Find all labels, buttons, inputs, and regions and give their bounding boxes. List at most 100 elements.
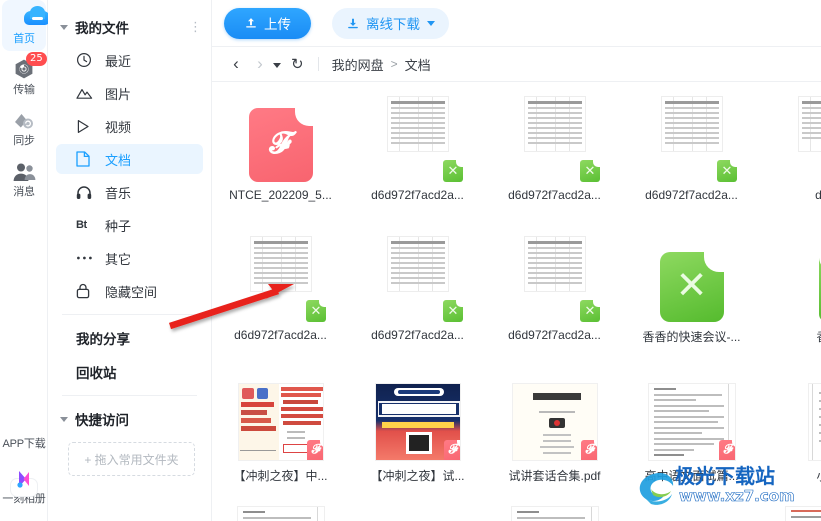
excel-badge-icon: ✕ xyxy=(717,160,737,182)
rail-label-message: 消息 xyxy=(13,186,35,198)
nav-back-button[interactable]: ‹ xyxy=(224,54,248,74)
file-name: 高中语文面试篇... xyxy=(644,469,739,483)
breadcrumb-item-root[interactable]: 我的网盘 xyxy=(332,55,384,74)
file-item[interactable]: 香香 xyxy=(760,224,821,345)
file-item[interactable]: ✕ d6d972f7acd2a... xyxy=(212,224,349,345)
sync-icon xyxy=(2,108,46,134)
sidebar-item-videos[interactable]: 视频 xyxy=(56,111,203,141)
more-vertical-icon[interactable]: ⋮ xyxy=(189,20,202,33)
quick-access-dropzone[interactable]: + 拖入常用文件夹 xyxy=(68,442,195,476)
rail-item-app-download[interactable]: APP下载 xyxy=(2,405,46,456)
chevron-down-icon xyxy=(427,20,435,26)
spreadsheet-preview xyxy=(386,96,449,152)
pdf-preview: 𝓕 xyxy=(237,383,324,461)
content-toolbar: 上传 离线下载 xyxy=(212,0,821,46)
document-preview xyxy=(236,506,325,521)
rail-label-transfer: 传输 xyxy=(13,84,35,96)
file-item[interactable]: ✕ d6d972f7acd2a... xyxy=(486,84,623,202)
file-item[interactable] xyxy=(486,500,623,521)
sidebar-item-documents[interactable]: 文档 xyxy=(56,144,203,174)
message-icon xyxy=(2,159,46,185)
baidu-netdisk-window: 首页 25 传输 同步 消息 APP下载 一刻相册 我的文件 ⋮ 最近 图片 视… xyxy=(0,0,821,521)
transfer-badge: 25 xyxy=(26,52,47,66)
sidebar-group-quick-access[interactable]: 快捷访问 xyxy=(48,404,211,434)
chevron-down-icon xyxy=(60,416,68,422)
rail-item-sync[interactable]: 同步 xyxy=(2,102,46,153)
file-thumbnail: ✕ xyxy=(486,230,623,322)
nav-forward-button[interactable]: › xyxy=(248,54,272,74)
file-thumbnail: ✕ xyxy=(623,90,760,182)
file-item[interactable]: ✕ d6d972f7acd2a... xyxy=(486,224,623,345)
pdf-file-icon: 𝓕 xyxy=(248,108,313,182)
document-preview xyxy=(807,383,821,461)
sidebar-label-hidden-space: 隐藏空间 xyxy=(105,284,158,300)
file-item[interactable]: 𝓕 高中语文面试篇... xyxy=(623,363,760,484)
sidebar-item-music[interactable]: 音乐 xyxy=(56,177,203,207)
rail-item-album[interactable]: 一刻相册 xyxy=(2,460,46,511)
album-icon xyxy=(2,466,46,497)
file-thumbnail: ✕ xyxy=(349,90,486,182)
file-item[interactable]: ✕ d6d972f7acd2a... xyxy=(349,224,486,345)
sidebar-item-recycle-bin[interactable]: 回收站 xyxy=(56,357,203,387)
file-item[interactable]: 小学 xyxy=(760,363,821,484)
sidebar-divider-2 xyxy=(62,395,197,396)
spreadsheet-preview xyxy=(249,236,312,292)
sidebar-item-others[interactable]: 其它 xyxy=(56,243,203,273)
file-item[interactable]: ✕ 香香的快速会议-... xyxy=(623,224,760,345)
file-grid-row: ✕ d6d972f7acd2a... ✕ d6d972f7acd2a... ✕ … xyxy=(212,224,821,345)
file-thumbnail: ✕ xyxy=(623,230,760,322)
breadcrumb-divider-line xyxy=(212,81,821,82)
cloud-icon xyxy=(2,6,46,32)
document-preview: 𝓕 xyxy=(647,383,736,461)
file-name: d6d9 xyxy=(815,188,821,202)
sidebar-item-my-shares[interactable]: 我的分享 xyxy=(56,323,203,353)
file-item[interactable]: ✕ d6d972f7acd2a... xyxy=(349,84,486,202)
file-item[interactable]: 𝓕 试讲套话合集.pdf xyxy=(486,363,623,484)
sidebar-label-others: 其它 xyxy=(105,251,132,267)
sidebar-group-my-files[interactable]: 我的文件 ⋮ xyxy=(48,12,211,42)
file-thumbnail: 𝓕 xyxy=(212,90,349,182)
breadcrumb-item-current[interactable]: 文档 xyxy=(405,55,431,74)
sidebar-label-pictures: 图片 xyxy=(105,86,132,102)
file-grid-row: 𝓕 【冲刺之夜】中... 𝓕 【冲刺之夜】试... 𝓕 试讲套话合集.pdf 𝓕… xyxy=(212,363,821,484)
upload-button[interactable]: 上传 xyxy=(224,7,311,39)
sidebar-item-recent[interactable]: 最近 xyxy=(56,45,203,75)
file-thumbnail xyxy=(760,369,821,461)
file-item[interactable] xyxy=(212,500,349,521)
sidebar-item-torrent[interactable]: Bt 种子 xyxy=(56,210,203,240)
file-item[interactable]: d6d9 xyxy=(760,84,821,202)
file-item[interactable]: 𝓕 NTCE_202209_5... xyxy=(212,84,349,202)
file-name: 小学 xyxy=(816,467,821,484)
file-name: d6d972f7acd2a... xyxy=(234,328,327,342)
file-thumbnail: ✕ xyxy=(486,90,623,182)
excel-badge-icon: ✕ xyxy=(443,160,463,182)
pdf-badge-icon: 𝓕 xyxy=(443,440,460,460)
file-name: 香香 xyxy=(816,328,821,345)
document-preview xyxy=(510,506,599,521)
file-name: d6d972f7acd2a... xyxy=(371,188,464,202)
file-thumbnail: ✕ xyxy=(349,230,486,322)
excel-badge-icon: ✕ xyxy=(580,300,600,322)
nav-history-caret-icon[interactable] xyxy=(273,62,281,68)
offline-download-label: 离线下载 xyxy=(366,17,420,32)
file-item[interactable] xyxy=(623,500,760,521)
sidebar-item-pictures[interactable]: 图片 xyxy=(56,78,203,108)
refresh-icon[interactable]: ↻ xyxy=(291,55,304,73)
file-item[interactable]: 𝓕 【冲刺之夜】试... xyxy=(349,363,486,484)
file-item[interactable]: 𝓕 【冲刺之夜】中... xyxy=(212,363,349,484)
sidebar-item-hidden-space[interactable]: 隐藏空间 xyxy=(56,276,203,306)
file-name: 试讲套话合集.pdf xyxy=(508,469,601,483)
document-preview xyxy=(784,506,821,521)
file-item[interactable]: ✕ d6d972f7acd2a... xyxy=(623,84,760,202)
file-item[interactable] xyxy=(760,500,821,521)
file-item[interactable] xyxy=(349,500,486,521)
file-thumbnail: 𝓕 xyxy=(486,369,623,461)
rail-item-home[interactable]: 首页 xyxy=(2,0,46,51)
excel-badge-icon: ✕ xyxy=(306,300,326,322)
upload-icon xyxy=(246,18,256,28)
sidebar-divider-1 xyxy=(62,314,197,315)
offline-download-button[interactable]: 离线下载 xyxy=(332,7,449,39)
rail-item-message[interactable]: 消息 xyxy=(2,153,46,204)
rail-item-transfer[interactable]: 25 传输 xyxy=(2,51,47,102)
file-grid-row-partial xyxy=(212,500,821,521)
